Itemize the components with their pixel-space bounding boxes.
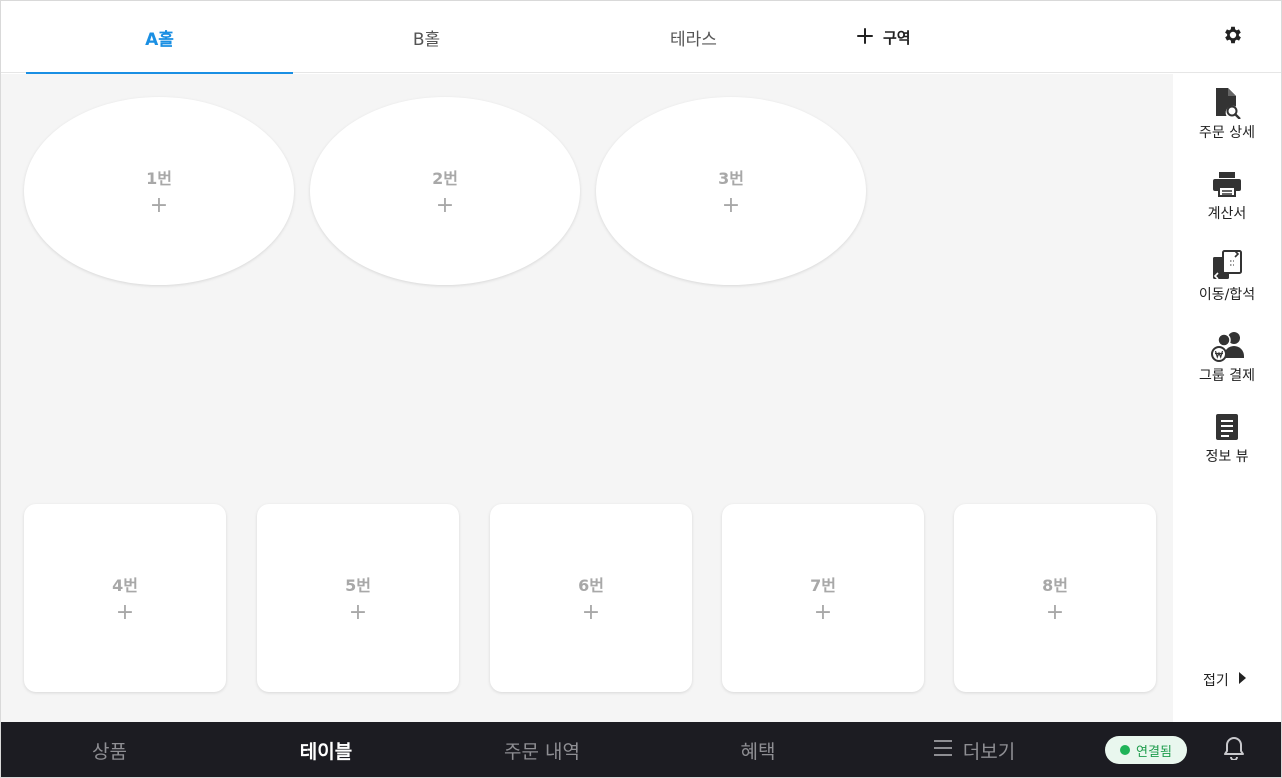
nav-order-history[interactable]: 주문 내역 (434, 722, 650, 777)
bell-icon (1223, 736, 1245, 764)
receipt-button[interactable]: 계산서 (1173, 167, 1281, 237)
tab-terrace[interactable]: 테라스 (560, 1, 827, 73)
settings-button[interactable] (1219, 23, 1247, 51)
app-frame: A홀 B홀 테라스 구역 1번 + 2번 + 3번 + 4번 + 5번 + 6번… (0, 0, 1282, 778)
connection-status-badge: 연결됨 (1105, 736, 1187, 764)
add-zone-label: 구역 (883, 28, 911, 47)
plus-icon: + (581, 600, 601, 625)
plus-icon (857, 24, 873, 48)
nav-benefits[interactable]: 혜택 (650, 722, 866, 777)
plus-icon: + (435, 193, 455, 218)
sidebar-item-label: 정보 뷰 (1205, 449, 1249, 465)
table-name: 2번 (432, 169, 458, 188)
nav-products[interactable]: 상품 (1, 722, 218, 777)
move-merge-icon (1210, 248, 1244, 282)
nav-label: 테이블 (299, 740, 353, 763)
plus-icon: + (813, 600, 833, 625)
plus-icon: + (348, 600, 368, 625)
table-name: 3번 (718, 169, 744, 188)
nav-label: 더보기 (962, 740, 1016, 763)
menu-icon (933, 739, 953, 762)
move-merge-button[interactable]: 이동/합석 (1173, 248, 1281, 318)
nav-tables[interactable]: 테이블 (218, 722, 434, 777)
plus-icon: + (721, 193, 741, 218)
table-name: 4번 (112, 576, 138, 595)
group-payment-button[interactable]: 그룹 결제 (1173, 329, 1281, 399)
tab-label: 테라스 (670, 29, 717, 50)
collapse-button[interactable]: 접기 (1203, 670, 1247, 690)
document-list-icon (1210, 410, 1244, 444)
tab-b-hall[interactable]: B홀 (293, 1, 560, 73)
table-5[interactable]: 5번 + (257, 504, 459, 692)
sidebar-item-label: 주문 상세 (1199, 125, 1255, 141)
action-sidebar: 주문 상세 계산서 이동/합석 그룹 결제 정보 뷰 접기 (1173, 74, 1281, 722)
sidebar-item-label: 계산서 (1207, 206, 1247, 222)
printer-icon (1210, 167, 1244, 201)
tab-a-hall[interactable]: A홀 (26, 1, 293, 74)
table-3[interactable]: 3번 + (596, 97, 866, 285)
table-2[interactable]: 2번 + (310, 97, 580, 285)
tab-label: B홀 (412, 29, 441, 50)
caret-right-icon (1237, 671, 1247, 689)
status-label: 연결됨 (1136, 744, 1172, 760)
nav-more[interactable]: 더보기 (866, 722, 1082, 777)
add-zone-button[interactable]: 구역 (857, 1, 937, 73)
table-6[interactable]: 6번 + (490, 504, 692, 692)
document-search-icon (1210, 86, 1244, 120)
nav-label: 주문 내역 (504, 740, 580, 763)
zone-tab-bar: A홀 B홀 테라스 구역 (1, 1, 1281, 74)
table-8[interactable]: 8번 + (954, 504, 1156, 692)
sidebar-item-label: 이동/합석 (1198, 287, 1256, 303)
info-view-button[interactable]: 정보 뷰 (1173, 410, 1281, 480)
nav-label: 혜택 (740, 740, 776, 763)
table-1[interactable]: 1번 + (24, 97, 294, 285)
table-name: 6번 (578, 576, 604, 595)
group-payment-icon (1210, 329, 1244, 363)
tab-label: A홀 (145, 29, 174, 50)
table-name: 8번 (1042, 576, 1068, 595)
table-layout-canvas: 1번 + 2번 + 3번 + 4번 + 5번 + 6번 + 7번 + 8번 + (1, 74, 1173, 722)
table-name: 5번 (345, 576, 371, 595)
status-dot-icon (1120, 745, 1131, 755)
table-name: 7번 (810, 576, 836, 595)
plus-icon: + (149, 193, 169, 218)
plus-icon: + (1045, 600, 1065, 625)
bottom-navigation: 상품 테이블 주문 내역 혜택 더보기 연결됨 (1, 722, 1281, 777)
sidebar-item-label: 그룹 결제 (1199, 368, 1255, 384)
gear-icon (1222, 24, 1244, 50)
table-name: 1번 (146, 169, 172, 188)
plus-icon: + (115, 600, 135, 625)
table-7[interactable]: 7번 + (722, 504, 924, 692)
order-detail-button[interactable]: 주문 상세 (1173, 86, 1281, 156)
nav-label: 상품 (92, 740, 127, 763)
notifications-button[interactable] (1221, 737, 1247, 763)
collapse-label: 접기 (1203, 673, 1229, 689)
table-4[interactable]: 4번 + (24, 504, 226, 692)
